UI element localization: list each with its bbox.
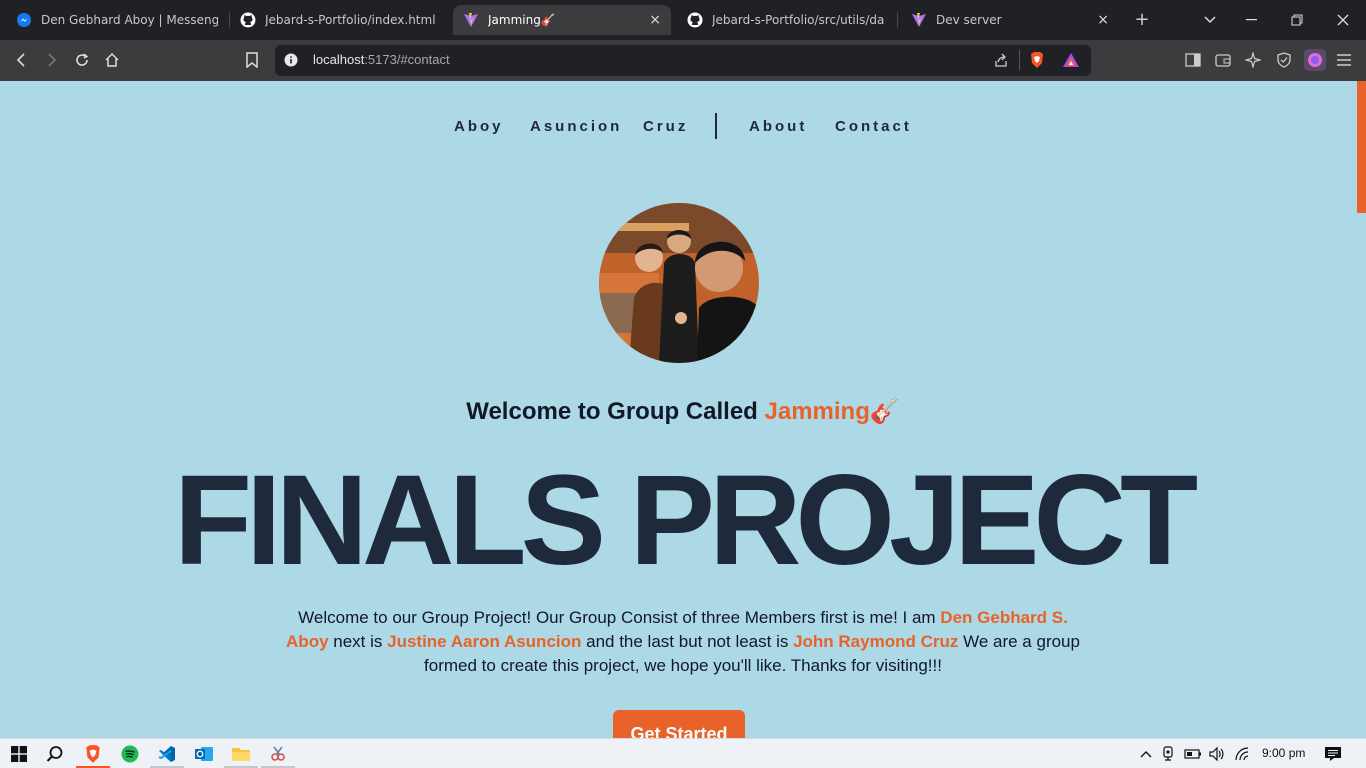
browser-tab-bar: Den Gebhard Aboy | Messenger Jebard-s-Po… bbox=[0, 0, 1366, 40]
restore-icon[interactable] bbox=[1274, 0, 1320, 40]
home-icon[interactable] bbox=[102, 50, 122, 70]
github-icon bbox=[687, 12, 703, 28]
share-icon[interactable] bbox=[991, 50, 1011, 70]
tab-label: Jamming🎸 bbox=[488, 13, 556, 27]
brave-browser-icon[interactable] bbox=[82, 743, 104, 765]
notifications-icon[interactable] bbox=[1322, 743, 1344, 765]
outlook-icon[interactable] bbox=[193, 743, 215, 765]
hero-title: FINALS PROJECT bbox=[173, 449, 1198, 592]
desc-text-3: and the last but not least is bbox=[581, 632, 794, 651]
vite-icon bbox=[463, 12, 479, 28]
github-icon bbox=[240, 12, 256, 28]
member-name-asuncion: Justine Aaron Asuncion bbox=[387, 632, 582, 651]
tab-dev-server[interactable]: Dev server × bbox=[901, 5, 1119, 35]
tab-label: Dev server bbox=[936, 13, 1002, 27]
snipping-tool-icon[interactable] bbox=[267, 743, 289, 765]
leo-ai-icon[interactable] bbox=[1243, 50, 1263, 70]
description: Welcome to our Group Project! Our Group … bbox=[283, 606, 1083, 678]
group-name: Jamming bbox=[764, 398, 870, 425]
nav-divider bbox=[715, 113, 717, 139]
show-hidden-icons-chevron-icon[interactable] bbox=[1135, 743, 1157, 765]
taskbar-clock[interactable]: 9:00 pm bbox=[1262, 746, 1305, 760]
nav-link-about[interactable]: About bbox=[749, 118, 807, 135]
new-tab-button[interactable]: + bbox=[1131, 9, 1153, 31]
meet-now-icon[interactable] bbox=[1158, 743, 1180, 765]
tab-github-index[interactable]: Jebard-s-Portfolio/index.html at bbox=[230, 5, 450, 35]
search-icon[interactable] bbox=[44, 743, 66, 765]
desc-text-2: next is bbox=[328, 632, 388, 651]
tab-label: Jebard-s-Portfolio/src/utils/dark- bbox=[712, 13, 885, 27]
web-page: Aboy Asuncion Cruz About Contact Welcome… bbox=[0, 81, 1366, 738]
bookmark-icon[interactable] bbox=[242, 50, 262, 70]
battery-icon[interactable] bbox=[1182, 743, 1204, 765]
reload-icon[interactable] bbox=[72, 50, 92, 70]
close-icon[interactable]: × bbox=[649, 12, 661, 28]
nav-link-aboy[interactable]: Aboy bbox=[454, 118, 504, 135]
member-name-cruz: John Raymond Cruz bbox=[793, 632, 959, 651]
volume-icon[interactable] bbox=[1206, 743, 1228, 765]
brave-shields-icon[interactable] bbox=[1027, 50, 1047, 70]
desc-text-1: Welcome to our Group Project! Our Group … bbox=[298, 608, 941, 627]
address-path: :5173/#contact bbox=[364, 52, 450, 67]
windows-start-icon[interactable] bbox=[8, 743, 30, 765]
minimize-icon[interactable] bbox=[1228, 0, 1274, 40]
nav-link-asuncion[interactable]: Asuncion bbox=[530, 118, 622, 135]
sidebar-icon[interactable] bbox=[1183, 50, 1203, 70]
profile-avatar-icon[interactable] bbox=[1304, 49, 1326, 71]
group-photo bbox=[599, 203, 759, 363]
file-explorer-icon[interactable] bbox=[230, 743, 252, 765]
forward-icon[interactable] bbox=[41, 50, 61, 70]
tab-messenger[interactable]: Den Gebhard Aboy | Messenger bbox=[6, 5, 228, 35]
vscode-icon[interactable] bbox=[156, 743, 178, 765]
tab-search-chevron-icon[interactable] bbox=[1188, 0, 1232, 40]
welcome-prefix: Welcome to Group Called bbox=[466, 398, 765, 425]
menu-icon[interactable] bbox=[1334, 50, 1354, 70]
window-close-icon[interactable] bbox=[1320, 0, 1366, 40]
site-info-icon[interactable] bbox=[281, 50, 301, 70]
windows-taskbar: 9:00 pm bbox=[0, 738, 1366, 768]
guitar-emoji: 🎸 bbox=[869, 398, 900, 425]
address-host: localhost bbox=[313, 52, 365, 67]
welcome-heading: Welcome to Group Called Jamming🎸 bbox=[0, 397, 1366, 426]
tab-label: Jebard-s-Portfolio/index.html at bbox=[265, 13, 440, 27]
nav-link-contact[interactable]: Contact bbox=[835, 118, 912, 135]
brave-rewards-icon[interactable] bbox=[1061, 50, 1081, 70]
address-url[interactable]: localhost:5173/#contact bbox=[313, 52, 450, 67]
vite-icon bbox=[911, 12, 927, 28]
scrollbar-thumb[interactable] bbox=[1357, 81, 1366, 213]
back-icon[interactable] bbox=[12, 50, 32, 70]
tab-github-dark[interactable]: Jebard-s-Portfolio/src/utils/dark- bbox=[677, 5, 895, 35]
nav-link-cruz[interactable]: Cruz bbox=[643, 118, 688, 135]
tab-label: Den Gebhard Aboy | Messenger bbox=[41, 13, 218, 27]
top-nav: Aboy Asuncion Cruz About Contact bbox=[0, 118, 1366, 142]
spotify-icon[interactable] bbox=[119, 743, 141, 765]
close-icon[interactable]: × bbox=[1097, 12, 1109, 28]
get-started-button[interactable]: Get Started bbox=[613, 710, 745, 738]
tab-jamming[interactable]: Jamming🎸 × bbox=[453, 5, 671, 35]
wallet-icon[interactable] bbox=[1213, 50, 1233, 70]
wifi-icon[interactable] bbox=[1231, 743, 1253, 765]
messenger-icon bbox=[16, 12, 32, 28]
vpn-shield-icon[interactable] bbox=[1274, 50, 1294, 70]
